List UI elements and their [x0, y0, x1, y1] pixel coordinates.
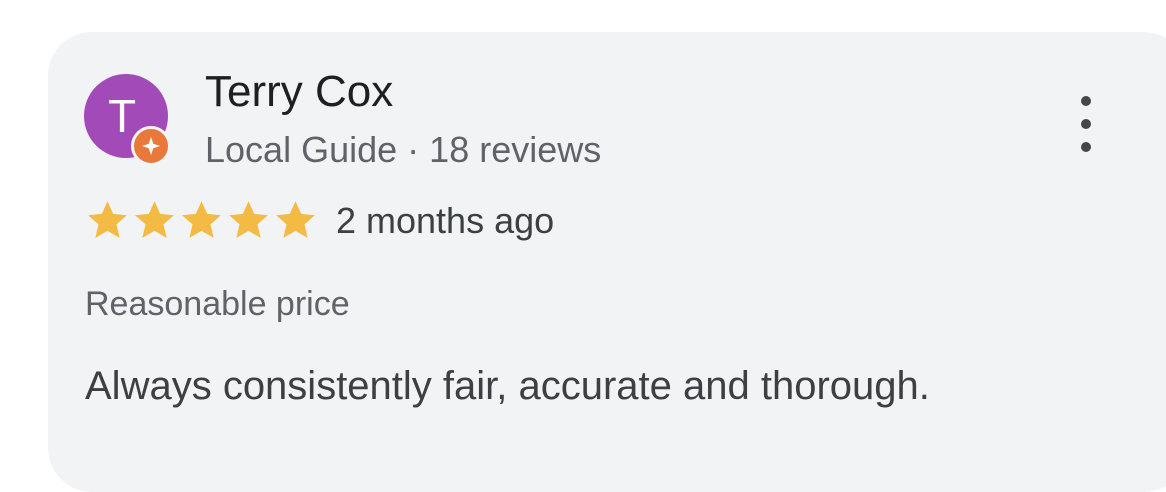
menu-dot: [1081, 142, 1091, 152]
avatar-initial: T: [107, 90, 137, 142]
local-guide-badge-icon: [131, 126, 171, 166]
star-icon: [135, 200, 174, 238]
star-icon: [182, 200, 221, 238]
sparkle-icon: [142, 137, 160, 155]
reviewer-badge: Local Guide: [205, 129, 398, 170]
menu-dot: [1081, 119, 1091, 129]
more-options-icon[interactable]: [1070, 96, 1102, 152]
review-text: Always consistently fair, accurate and t…: [85, 364, 930, 408]
reviewer-name[interactable]: Terry Cox: [205, 66, 393, 118]
star-icon: [276, 200, 315, 238]
star-icon: [88, 200, 127, 238]
review-time: 2 months ago: [336, 200, 555, 241]
menu-dot: [1081, 96, 1091, 106]
review-count: 18 reviews: [429, 129, 602, 170]
review-highlight: Reasonable price: [85, 285, 350, 323]
star-rating: [84, 196, 319, 244]
star-icon: [229, 200, 268, 238]
meta-separator: ·: [407, 129, 420, 170]
reviewer-meta: Local Guide · 18 reviews: [205, 128, 601, 172]
